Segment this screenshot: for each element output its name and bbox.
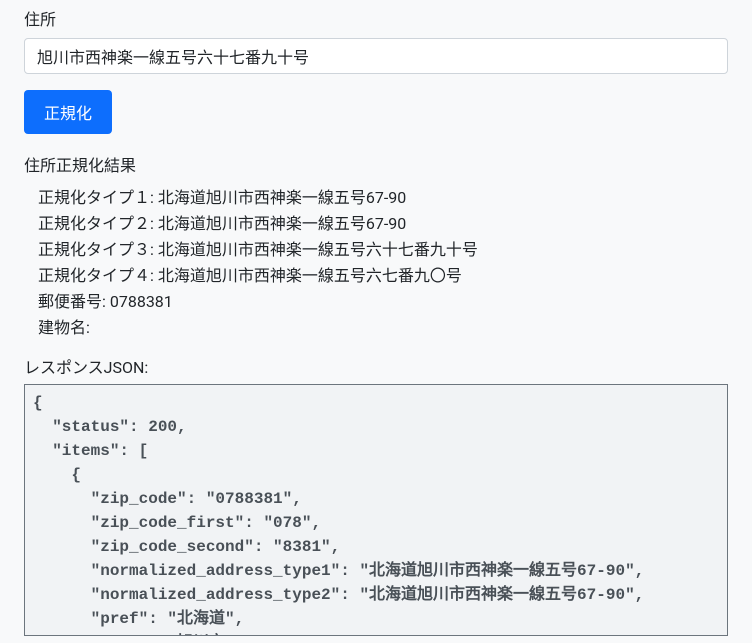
address-input[interactable] — [24, 38, 728, 74]
result-row: 建物名: — [38, 316, 728, 340]
response-json-output[interactable] — [24, 384, 728, 636]
result-row: 郵便番号: 0788381 — [38, 290, 728, 314]
result-row: 正規化タイプ３: 北海道旭川市西神楽一線五号六十七番九十号 — [38, 238, 728, 262]
address-label: 住所 — [24, 8, 728, 32]
normalize-button[interactable]: 正規化 — [24, 90, 112, 134]
results-list: 正規化タイプ１: 北海道旭川市西神楽一線五号67-90 正規化タイプ２: 北海道… — [24, 186, 728, 340]
result-row: 正規化タイプ４: 北海道旭川市西神楽一線五号六七番九〇号 — [38, 264, 728, 288]
result-row: 正規化タイプ２: 北海道旭川市西神楽一線五号67-90 — [38, 212, 728, 236]
result-row: 正規化タイプ１: 北海道旭川市西神楽一線五号67-90 — [38, 186, 728, 210]
results-heading: 住所正規化結果 — [24, 154, 728, 178]
response-json-heading: レスポンスJSON: — [24, 356, 728, 380]
